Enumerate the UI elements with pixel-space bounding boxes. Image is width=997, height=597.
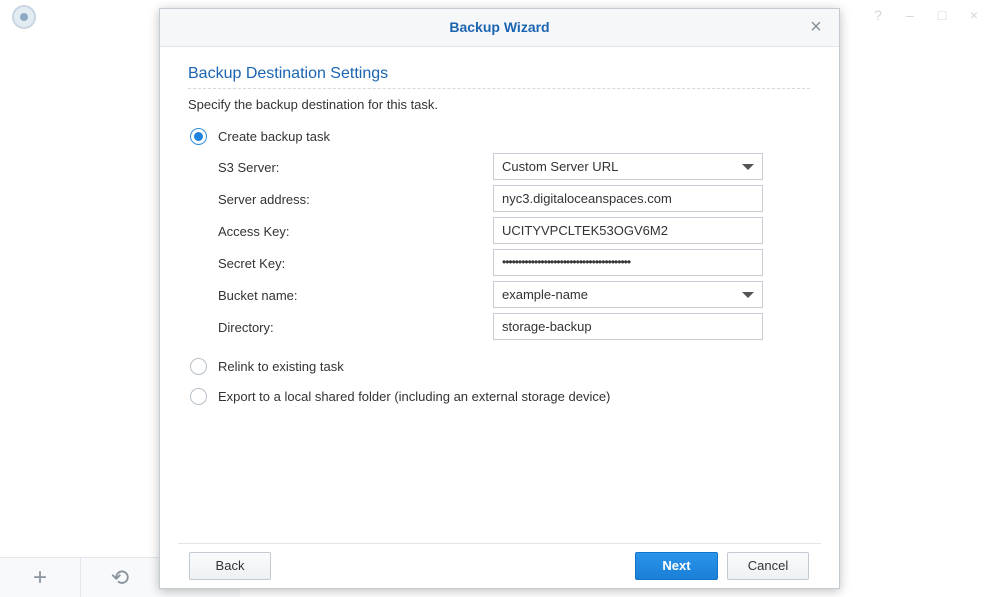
dialog-title: Backup Wizard bbox=[449, 19, 550, 35]
close-icon[interactable]: × bbox=[807, 17, 825, 37]
export-local-folder-label[interactable]: Export to a local shared folder (includi… bbox=[218, 389, 610, 404]
bucket-name-select[interactable]: example-name bbox=[493, 281, 763, 308]
chevron-down-icon bbox=[742, 292, 754, 298]
section-title: Backup Destination Settings bbox=[188, 65, 389, 82]
directory-label: Directory: bbox=[218, 320, 274, 335]
section-description: Specify the backup destination for this … bbox=[188, 97, 439, 112]
help-icon[interactable]: ? bbox=[869, 6, 887, 24]
toolbar-divider bbox=[80, 557, 81, 597]
create-backup-task-radio[interactable] bbox=[190, 128, 207, 145]
secret-key-input[interactable]: •••••••••••••••••••••••••••••••••••••••• bbox=[493, 249, 763, 276]
cancel-button[interactable]: Cancel bbox=[727, 552, 809, 580]
footer-divider bbox=[178, 543, 821, 544]
server-address-input[interactable]: nyc3.digitaloceanspaces.com bbox=[493, 185, 763, 212]
window-controls: ? – □ × bbox=[869, 6, 983, 24]
relink-existing-task-radio[interactable] bbox=[190, 358, 207, 375]
add-icon[interactable]: + bbox=[27, 565, 53, 591]
next-button[interactable]: Next bbox=[635, 552, 718, 580]
create-backup-task-label[interactable]: Create backup task bbox=[218, 129, 330, 144]
back-button[interactable]: Back bbox=[189, 552, 271, 580]
maximize-icon[interactable]: □ bbox=[933, 6, 951, 24]
bucket-name-label: Bucket name: bbox=[218, 288, 298, 303]
server-address-label: Server address: bbox=[218, 192, 310, 207]
secret-key-label: Secret Key: bbox=[218, 256, 286, 271]
access-key-label: Access Key: bbox=[218, 224, 290, 239]
directory-input[interactable]: storage-backup bbox=[493, 313, 763, 340]
relink-existing-task-label[interactable]: Relink to existing task bbox=[218, 359, 344, 374]
section-divider bbox=[188, 88, 810, 89]
s3-server-label: S3 Server: bbox=[218, 160, 280, 175]
backup-wizard-dialog: Backup Wizard × Backup Destination Setti… bbox=[159, 8, 840, 589]
bucket-name-value: example-name bbox=[502, 287, 588, 302]
export-local-folder-radio[interactable] bbox=[190, 388, 207, 405]
access-key-input[interactable]: UCITYVPCLTEK53OGV6M2 bbox=[493, 217, 763, 244]
minimize-icon[interactable]: – bbox=[901, 6, 919, 24]
window-close-icon[interactable]: × bbox=[965, 6, 983, 24]
dialog-header: Backup Wizard × bbox=[160, 9, 839, 47]
chevron-down-icon bbox=[742, 164, 754, 170]
app-logo-icon bbox=[12, 5, 36, 29]
s3-server-value: Custom Server URL bbox=[502, 159, 619, 174]
history-icon[interactable]: ⟲ bbox=[107, 565, 133, 591]
s3-server-select[interactable]: Custom Server URL bbox=[493, 153, 763, 180]
